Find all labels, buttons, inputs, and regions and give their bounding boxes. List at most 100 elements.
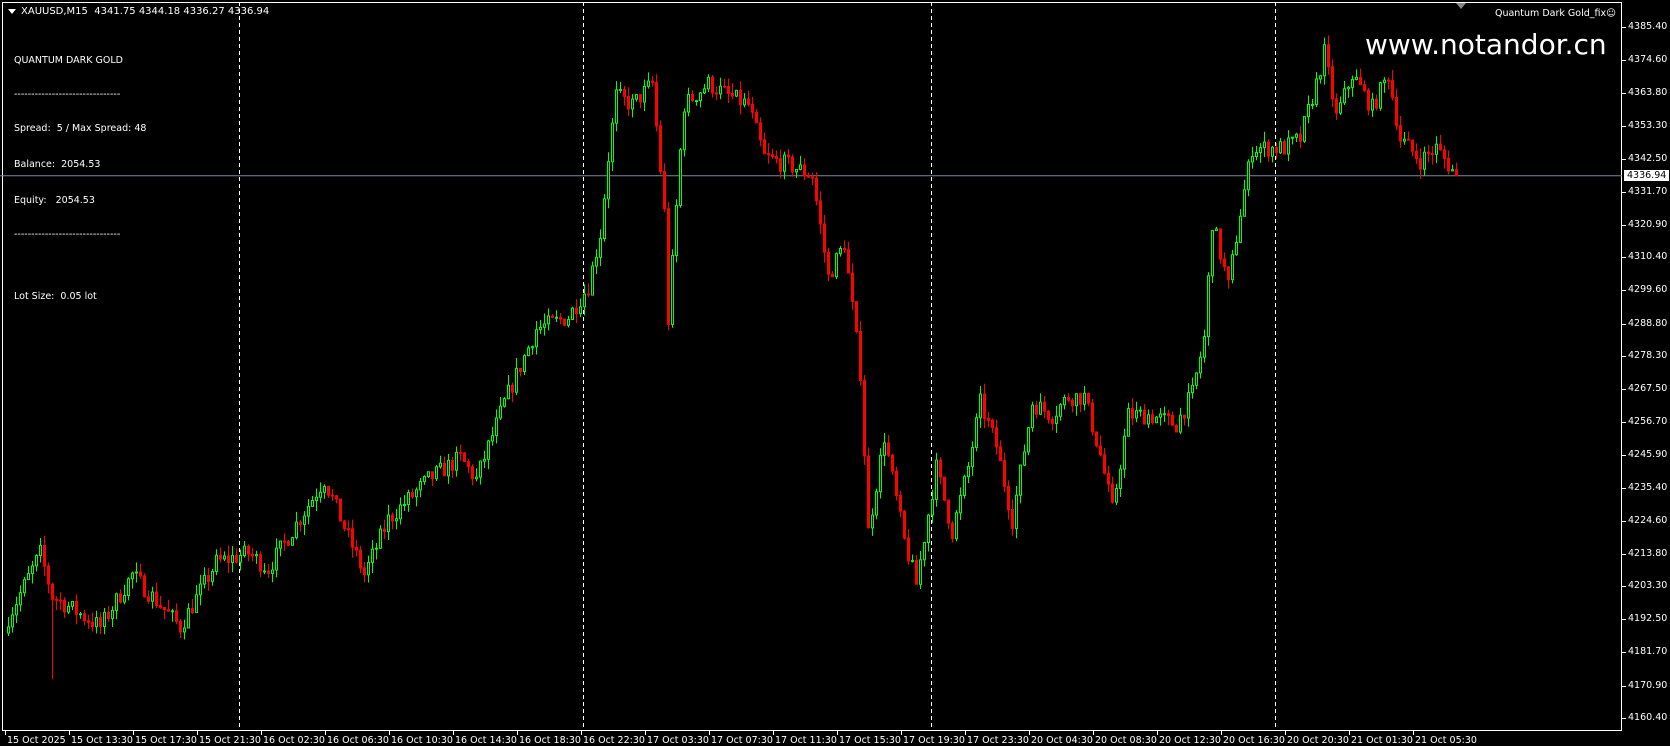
bear-candle — [575, 307, 578, 315]
bear-candle — [391, 514, 394, 522]
bear-candle — [727, 86, 730, 94]
bull-candle — [1015, 494, 1018, 529]
bull-candle — [515, 367, 518, 393]
bull-candle — [455, 451, 458, 471]
bear-candle — [943, 476, 946, 501]
bull-candle — [35, 555, 38, 567]
price-label: 4256.70 — [1628, 416, 1668, 428]
bull-candle — [1199, 356, 1202, 374]
bull-candle — [255, 554, 258, 557]
bull-candle — [375, 547, 378, 550]
bear-candle — [1331, 66, 1334, 100]
bear-candle — [759, 122, 762, 141]
time-tick — [1029, 731, 1030, 735]
price-label: 4288.80 — [1628, 317, 1668, 329]
bear-candle — [739, 89, 742, 106]
bull-candle — [479, 460, 482, 478]
bear-candle — [1395, 96, 1398, 127]
bear-candle — [143, 575, 146, 598]
bull-candle — [595, 256, 598, 267]
bear-candle — [859, 330, 862, 382]
bull-candle — [1147, 414, 1150, 425]
candlestick-plot[interactable] — [0, 0, 1622, 731]
bull-candle — [1119, 468, 1122, 490]
bear-candle — [1431, 152, 1434, 155]
bear-candle — [107, 611, 110, 619]
bear-candle — [951, 522, 954, 540]
bull-candle — [507, 384, 510, 400]
bull-candle — [547, 315, 550, 325]
bull-candle — [487, 440, 490, 460]
bear-candle — [139, 571, 142, 577]
bull-candle — [315, 496, 318, 501]
bear-candle — [903, 510, 906, 539]
time-tick — [517, 731, 518, 735]
time-label: 16 Oct 14:30 — [455, 735, 517, 746]
bull-candle — [307, 505, 310, 517]
bull-candle — [1191, 384, 1194, 394]
bull-candle — [503, 398, 506, 407]
time-label: 16 Oct 06:30 — [327, 735, 389, 746]
bear-candle — [1283, 141, 1286, 155]
bull-candle — [735, 89, 738, 97]
bull-candle — [499, 405, 502, 419]
bear-candle — [179, 620, 182, 633]
indicator-name[interactable]: Quantum Dark Gold_fix☺ — [1495, 8, 1616, 19]
bull-candle — [243, 545, 246, 557]
price-tick — [1622, 355, 1626, 357]
bear-candle — [731, 92, 734, 97]
bear-candle — [351, 528, 354, 548]
price-label: 4192.50 — [1628, 613, 1668, 625]
bear-candle — [155, 591, 158, 607]
time-label: 20 Oct 20:30 — [1287, 735, 1349, 746]
bear-candle — [559, 316, 562, 320]
bull-candle — [199, 583, 202, 596]
bull-candle — [1123, 435, 1126, 470]
price-label: 4160.40 — [1628, 711, 1668, 723]
time-tick — [1093, 731, 1094, 735]
bear-candle — [991, 419, 994, 429]
bear-candle — [819, 200, 822, 225]
bear-candle — [895, 470, 898, 497]
bull-candle — [435, 466, 438, 480]
price-tick — [1622, 27, 1626, 28]
bear-candle — [1407, 138, 1410, 141]
bull-candle — [1319, 75, 1322, 80]
bear-candle — [87, 620, 90, 623]
price-label: 4224.60 — [1628, 514, 1668, 526]
bear-candle — [339, 498, 342, 522]
bear-candle — [623, 88, 626, 97]
bull-candle — [1135, 410, 1138, 419]
bear-candle — [1091, 402, 1094, 433]
bear-candle — [467, 461, 470, 468]
bear-candle — [815, 177, 818, 202]
price-label: 4170.90 — [1628, 679, 1668, 691]
bear-candle — [1051, 418, 1054, 424]
bear-candle — [1299, 133, 1302, 142]
time-label: 15 Oct 2025 — [7, 735, 66, 746]
chart-shift-marker-icon[interactable] — [1456, 3, 1466, 9]
collapse-triangle-icon[interactable] — [8, 8, 16, 14]
price-tick — [1622, 125, 1626, 127]
bull-candle — [231, 554, 234, 563]
bear-candle — [175, 610, 178, 622]
time-tick — [69, 731, 70, 735]
bear-candle — [1175, 424, 1178, 433]
bull-candle — [151, 591, 154, 602]
bull-candle — [875, 491, 878, 516]
bear-candle — [855, 301, 858, 332]
bull-candle — [631, 98, 634, 110]
bull-candle — [399, 504, 402, 520]
bear-candle — [1111, 483, 1114, 503]
bull-candle — [15, 604, 18, 616]
bull-candle — [103, 611, 106, 628]
bear-candle — [147, 596, 150, 602]
bull-candle — [571, 307, 574, 320]
current-price-label: 4336.94 — [1624, 169, 1670, 181]
bull-candle — [687, 93, 690, 113]
bear-candle — [99, 617, 102, 628]
bull-candle — [699, 92, 702, 102]
time-label: 15 Oct 21:30 — [199, 735, 261, 746]
ohlc-values: 4341.75 4344.18 4336.27 4336.94 — [94, 6, 270, 17]
bull-candle — [11, 614, 14, 628]
